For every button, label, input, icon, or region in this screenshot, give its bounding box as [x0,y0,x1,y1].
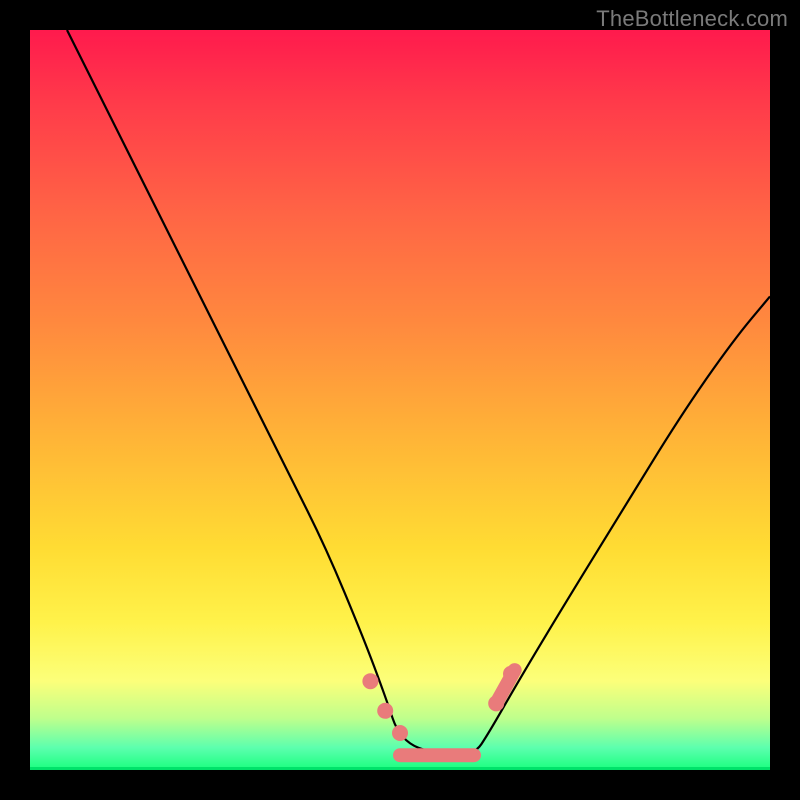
valley-marker-dot [392,725,408,741]
valley-markers [362,666,519,755]
valley-marker-dot [362,673,378,689]
plot-area [30,30,770,770]
bottleneck-curve-path [67,30,770,755]
chart-frame: TheBottleneck.com [0,0,800,800]
watermark-text: TheBottleneck.com [596,6,788,32]
valley-right-pill [496,670,515,703]
chart-svg [30,30,770,770]
valley-marker-dot [377,703,393,719]
